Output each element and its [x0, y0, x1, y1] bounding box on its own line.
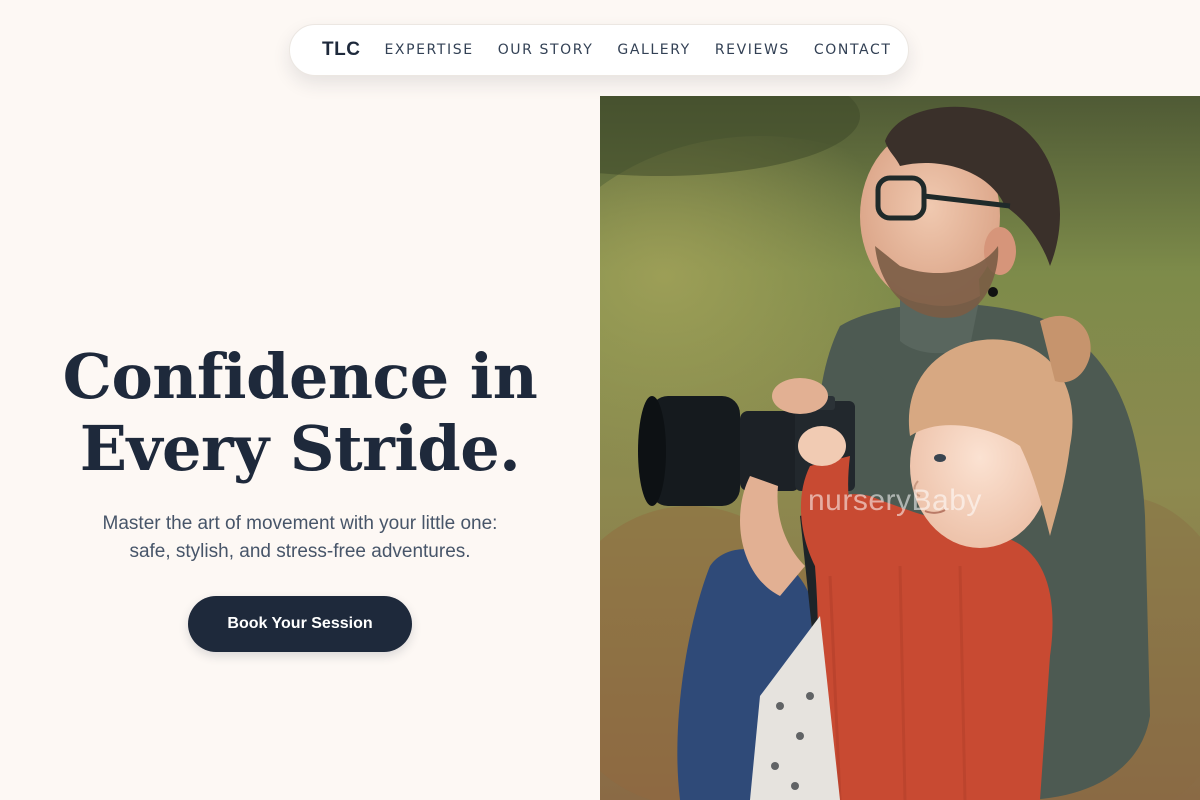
hero-headline: Confidence in Every Stride.	[0, 341, 600, 485]
nav-link-gallery[interactable]: GALLERY	[617, 42, 690, 58]
nav-link-contact[interactable]: CONTACT	[814, 42, 892, 58]
hero-subtitle-line-1: Master the art of movement with your lit…	[102, 513, 498, 534]
hero-photo	[600, 96, 1200, 800]
nav-link-our-story[interactable]: OUR STORY	[498, 42, 594, 58]
brand-logo[interactable]: TLC	[322, 39, 360, 61]
hero-subtitle-line-2: safe, stylish, and stress-free adventure…	[129, 541, 471, 562]
hero-subtitle: Master the art of movement with your lit…	[0, 510, 600, 566]
hero-headline-line-1: Confidence in	[62, 340, 538, 413]
top-nav: TLC EXPERTISE OUR STORY GALLERY REVIEWS …	[289, 24, 909, 76]
hero-photo-illustration	[600, 96, 1200, 800]
book-session-button[interactable]: Book Your Session	[188, 596, 412, 652]
hero-headline-line-2: Every Stride.	[79, 412, 521, 485]
hero-text-section: Confidence in Every Stride. Master the a…	[0, 96, 600, 800]
nav-link-expertise[interactable]: EXPERTISE	[384, 42, 473, 58]
nav-link-reviews[interactable]: REVIEWS	[715, 42, 790, 58]
